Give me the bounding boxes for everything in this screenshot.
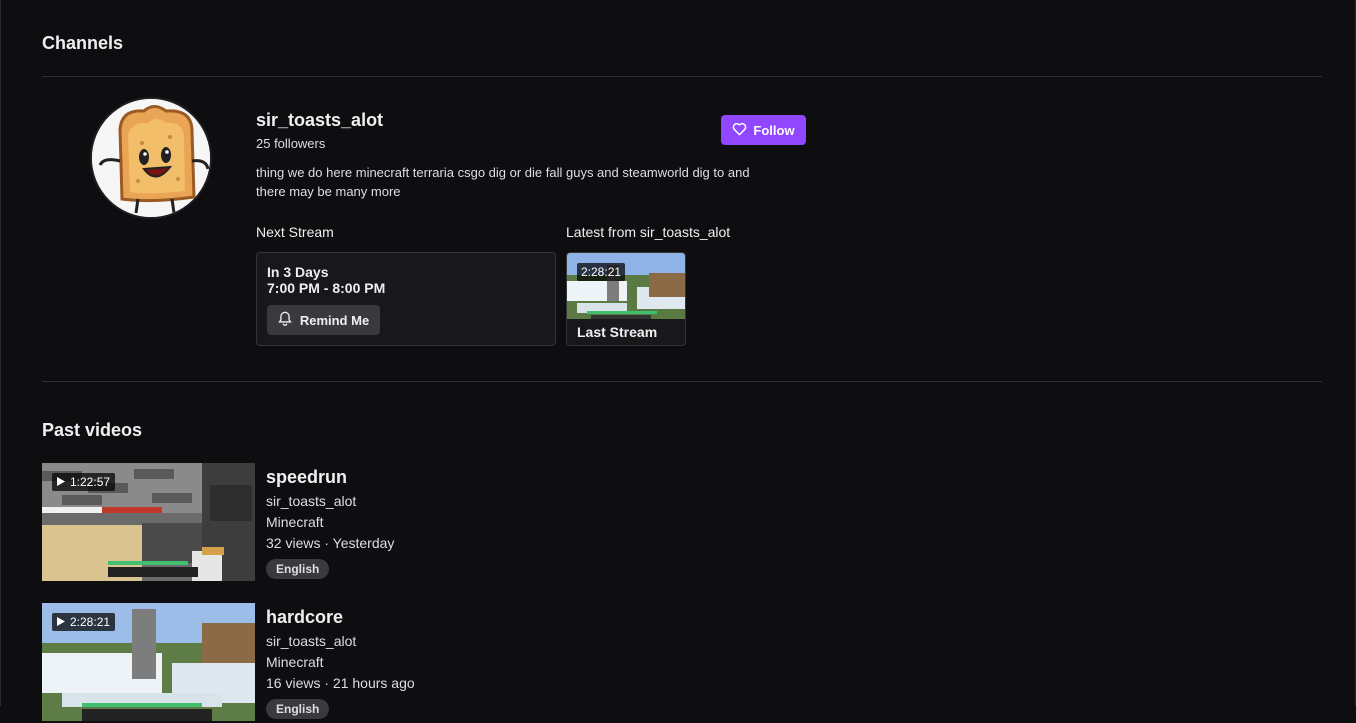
section-divider [42,381,1322,382]
bell-icon [278,311,292,329]
follow-button[interactable]: Follow [721,115,806,145]
heart-icon [732,122,747,139]
follow-button-label: Follow [753,122,795,138]
video-game[interactable]: Minecraft [266,654,324,670]
play-icon [57,475,65,489]
left-edge-divider [0,0,1,706]
video-channel[interactable]: sir_toasts_alot [266,493,356,509]
video-item[interactable]: 2:28:21 hardcore sir_toasts_alot Minecra… [42,603,742,723]
video-item[interactable]: 1:22:57 speedrun sir_toasts_alot Minecra… [42,463,742,583]
channel-avatar[interactable] [90,97,212,219]
video-duration-badge: 1:22:57 [52,473,116,491]
follower-count: 25 followers [256,136,326,151]
video-meta: 16 views · 21 hours ago [266,675,415,691]
latest-stream-duration: 2:28:21 [577,263,626,281]
video-title[interactable]: hardcore [266,607,343,628]
latest-stream-card[interactable]: 2:28:21 Last Stream [566,252,686,346]
latest-stream-title: Last Stream [577,324,658,340]
remind-me-button[interactable]: Remind Me [267,305,380,335]
channels-section-title: Channels [42,33,124,53]
remind-me-label: Remind Me [299,312,370,328]
next-stream-heading: Next Stream [256,224,334,240]
video-language-tag[interactable]: English [266,699,330,719]
video-duration: 2:28:21 [70,615,111,629]
play-icon [57,615,65,629]
channel-description: thing we do here minecraft terraria csgo… [256,165,750,199]
latest-stream-thumbnail: 2:28:21 [567,253,685,319]
video-language-tag[interactable]: English [266,559,330,579]
next-stream-time: 7:00 PM - 8:00 PM [267,280,386,296]
toast-avatar-image [92,99,210,217]
video-duration: 1:22:57 [70,475,111,489]
video-channel[interactable]: sir_toasts_alot [266,633,356,649]
video-thumbnail[interactable]: 1:22:57 [42,463,255,581]
video-game[interactable]: Minecraft [266,514,324,530]
video-thumbnail[interactable]: 2:28:21 [42,603,255,721]
video-duration-badge: 2:28:21 [52,613,116,631]
video-meta: 32 views · Yesterday [266,535,395,551]
next-stream-card: In 3 Days 7:00 PM - 8:00 PM Remind Me [256,252,556,346]
past-videos-section-title: Past videos [42,420,143,440]
section-divider [42,76,1322,77]
video-title[interactable]: speedrun [266,467,347,488]
latest-heading: Latest from sir_toasts_alot [566,224,731,240]
channel-name[interactable]: sir_toasts_alot [256,110,383,131]
next-stream-when: In 3 Days [267,264,329,280]
